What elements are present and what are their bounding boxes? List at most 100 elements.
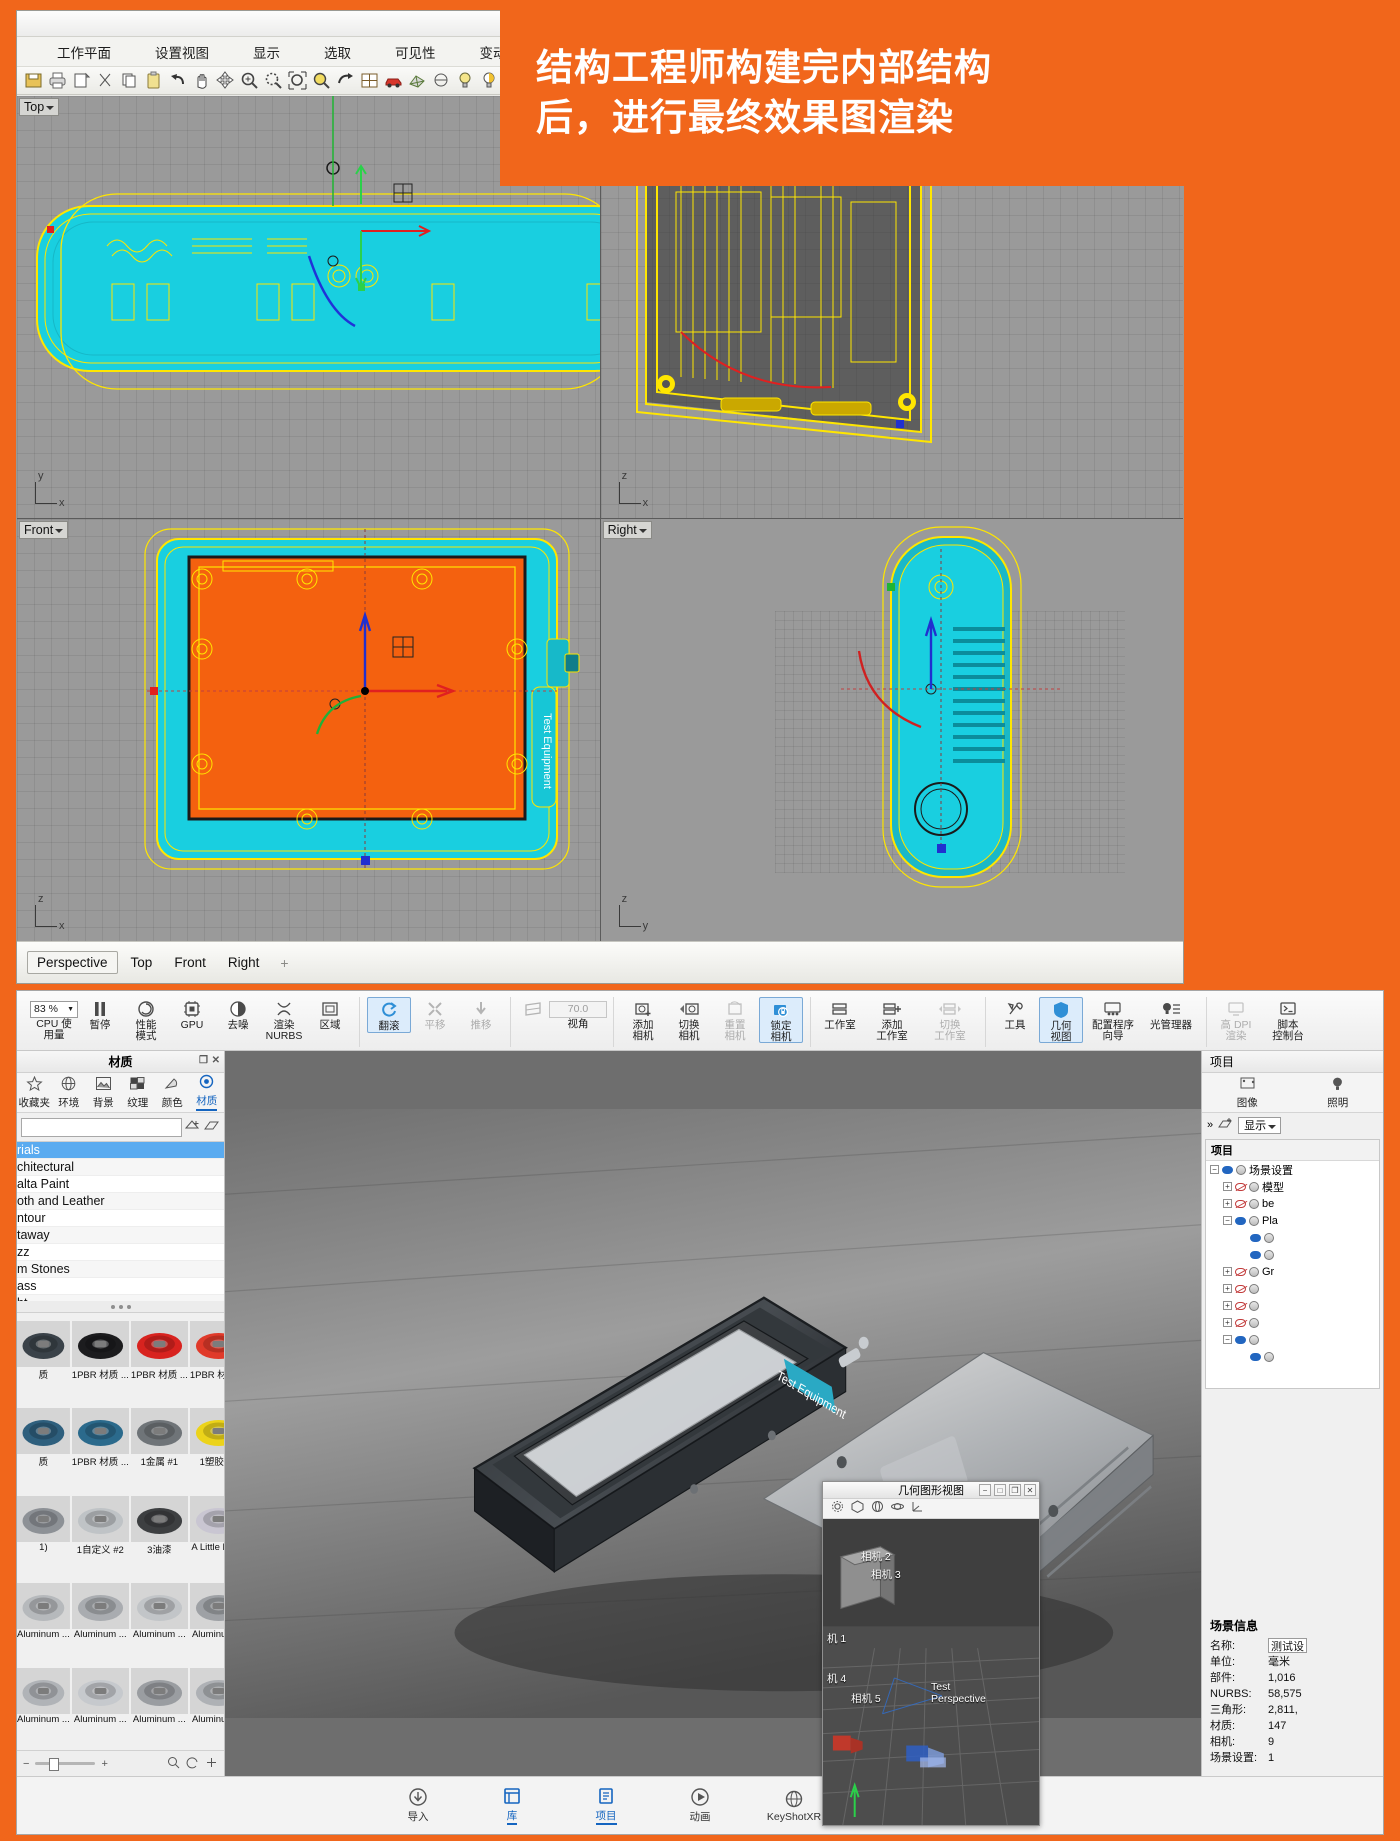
- lock-camera-button[interactable]: 锁定 相机: [759, 997, 803, 1043]
- tools-button[interactable]: 工具: [993, 997, 1037, 1031]
- visibility-eye-icon[interactable]: [1250, 1353, 1261, 1361]
- viewport-tab-front[interactable]: Front: [165, 952, 215, 973]
- project-panel-controls[interactable]: » 显示: [1202, 1113, 1383, 1137]
- viewport-front[interactable]: Front Test Equipment: [17, 519, 601, 942]
- cpu-usage-dropdown[interactable]: 83 % ▼: [30, 1001, 78, 1018]
- orbit-icon[interactable]: [891, 1500, 904, 1518]
- visibility-eye-icon[interactable]: [1235, 1285, 1246, 1293]
- material-sphere-icon[interactable]: [1249, 1301, 1259, 1311]
- panel-close-icon[interactable]: ✕: [212, 1055, 220, 1066]
- add-viewport-tab-icon[interactable]: +: [280, 955, 288, 971]
- visibility-eye-icon[interactable]: [1235, 1183, 1246, 1191]
- zoom-extents-icon[interactable]: [287, 70, 308, 91]
- tree-row[interactable]: −场景设置: [1206, 1161, 1379, 1178]
- material-thumbnail-cell[interactable]: 1自定义 #2: [72, 1496, 129, 1581]
- tab-environment[interactable]: 环境: [52, 1076, 87, 1110]
- material-sphere-icon[interactable]: [1264, 1352, 1274, 1362]
- material-sphere-icon[interactable]: [1249, 1267, 1259, 1277]
- zoom-window-icon[interactable]: [263, 70, 284, 91]
- material-thumbnail-cell[interactable]: 1PBR 材质 ...: [131, 1321, 188, 1406]
- keyshot-bottom-tabbar[interactable]: 导入 库 项目 动画 KeyShotXR KeyVR 渲染: [17, 1776, 1383, 1834]
- collapse-all-icon[interactable]: »: [1207, 1119, 1213, 1131]
- zoom-selected-icon[interactable]: [311, 70, 332, 91]
- region-button[interactable]: 区域: [308, 997, 352, 1031]
- reset-camera-button[interactable]: 重置 相机: [713, 997, 757, 1041]
- material-thumbnail[interactable]: [17, 1321, 70, 1367]
- add-icon[interactable]: [205, 1756, 218, 1772]
- material-category-item[interactable]: oth and Leather: [17, 1193, 224, 1210]
- material-thumbnail[interactable]: [72, 1583, 129, 1629]
- add-studio-button[interactable]: 添加 工作室: [864, 997, 920, 1041]
- visibility-eye-icon[interactable]: [1235, 1302, 1246, 1310]
- menu-item-workplane[interactable]: 工作平面: [35, 42, 133, 62]
- material-sphere-icon[interactable]: [1264, 1250, 1274, 1260]
- cube-icon[interactable]: [851, 1500, 864, 1518]
- light-manager-button[interactable]: 光管理器: [1143, 997, 1199, 1031]
- material-category-item[interactable]: alta Paint: [17, 1176, 224, 1193]
- switch-studio-button[interactable]: 切换 工作室: [922, 997, 978, 1041]
- visibility-eye-icon[interactable]: [1235, 1319, 1246, 1327]
- material-category-list[interactable]: rialschitecturalalta Paintoth and Leathe…: [17, 1141, 224, 1301]
- panel-float-icon[interactable]: ❐: [199, 1055, 208, 1066]
- bottom-tab-keyshotxr[interactable]: KeyShotXR: [765, 1789, 823, 1823]
- material-thumbnail-cell[interactable]: 1PBR 材质 ...: [72, 1408, 129, 1493]
- tree-expander-icon[interactable]: −: [1223, 1216, 1232, 1225]
- keyshot-toolbar[interactable]: 83 % ▼ CPU 使用量 暂停 性能 模式 GPU 去噪: [17, 991, 1383, 1051]
- visibility-eye-icon[interactable]: [1235, 1268, 1246, 1276]
- camera-label[interactable]: 相机 2: [861, 1549, 891, 1564]
- cpu-usage-button[interactable]: 83 % ▼ CPU 使用量: [32, 997, 76, 1040]
- material-thumbnail-cell[interactable]: 1): [17, 1496, 70, 1581]
- tree-row[interactable]: [1206, 1229, 1379, 1246]
- material-thumbnail[interactable]: [17, 1668, 70, 1714]
- material-sphere-icon[interactable]: [1249, 1318, 1259, 1328]
- display-dropdown[interactable]: 显示: [1238, 1117, 1281, 1134]
- material-sphere-icon[interactable]: [1249, 1284, 1259, 1294]
- scene-info-value[interactable]: 测试设: [1268, 1638, 1307, 1653]
- material-thumbnail[interactable]: [190, 1321, 224, 1367]
- material-thumbnail-cell[interactable]: 1PBR 材质 ...: [190, 1321, 224, 1406]
- copy-icon[interactable]: [119, 70, 140, 91]
- viewport-tab-bar[interactable]: Perspective Top Front Right +: [17, 941, 1183, 983]
- orbit-button[interactable]: 翻滚: [367, 997, 411, 1033]
- material-thumbnail[interactable]: [72, 1668, 129, 1714]
- camera-label[interactable]: 相机 5: [851, 1691, 881, 1706]
- material-search-row[interactable]: [17, 1113, 224, 1141]
- named-view-icon[interactable]: [431, 70, 452, 91]
- undo-icon[interactable]: [167, 70, 188, 91]
- tab-materials[interactable]: 材质: [190, 1074, 225, 1111]
- light-icon[interactable]: [455, 70, 476, 91]
- bottom-tab-project[interactable]: 项目: [577, 1786, 635, 1825]
- save-icon[interactable]: [23, 70, 44, 91]
- tree-row[interactable]: +: [1206, 1314, 1379, 1331]
- tree-expander-icon[interactable]: +: [1223, 1301, 1232, 1310]
- tab-lighting[interactable]: 照明: [1293, 1076, 1384, 1110]
- material-thumbnail-cell[interactable]: 质: [17, 1408, 70, 1493]
- material-sphere-icon[interactable]: [1236, 1165, 1246, 1175]
- material-category-item[interactable]: m Stones: [17, 1261, 224, 1278]
- material-thumbnail[interactable]: [190, 1496, 224, 1542]
- pan-icon[interactable]: [191, 70, 212, 91]
- menu-item-setview[interactable]: 设置视图: [133, 42, 231, 62]
- material-thumbnail-cell[interactable]: Aluminum ...: [190, 1668, 224, 1750]
- material-category-item[interactable]: rials: [17, 1142, 224, 1159]
- viewport-front-label[interactable]: Front: [19, 521, 68, 539]
- material-thumbnail-cell[interactable]: Aluminum ...: [131, 1583, 188, 1665]
- material-category-item[interactable]: ntour: [17, 1210, 224, 1227]
- cut-icon[interactable]: [95, 70, 116, 91]
- material-sphere-icon[interactable]: [1249, 1199, 1259, 1209]
- visibility-eye-icon[interactable]: [1235, 1217, 1246, 1225]
- refresh-icon[interactable]: [186, 1756, 199, 1772]
- tree-row[interactable]: −: [1206, 1331, 1379, 1348]
- material-sphere-icon[interactable]: [1249, 1216, 1259, 1226]
- switch-camera-button[interactable]: 切换 相机: [667, 997, 711, 1041]
- dolly-button[interactable]: 推移: [459, 997, 503, 1031]
- material-category-item[interactable]: taway: [17, 1227, 224, 1244]
- search-icon[interactable]: [167, 1756, 180, 1772]
- gear-icon[interactable]: [831, 1500, 844, 1518]
- render-mesh-icon[interactable]: [407, 70, 428, 91]
- project-panel-tabs[interactable]: 图像 照明: [1202, 1073, 1383, 1113]
- spotlight-icon[interactable]: [479, 70, 500, 91]
- material-thumbnail-cell[interactable]: Aluminum ...: [17, 1668, 70, 1750]
- geometry-view-window[interactable]: 几何图形视图 − □ ❐ ✕: [822, 1481, 1040, 1826]
- material-thumbnail-cell[interactable]: 3油漆: [131, 1496, 188, 1581]
